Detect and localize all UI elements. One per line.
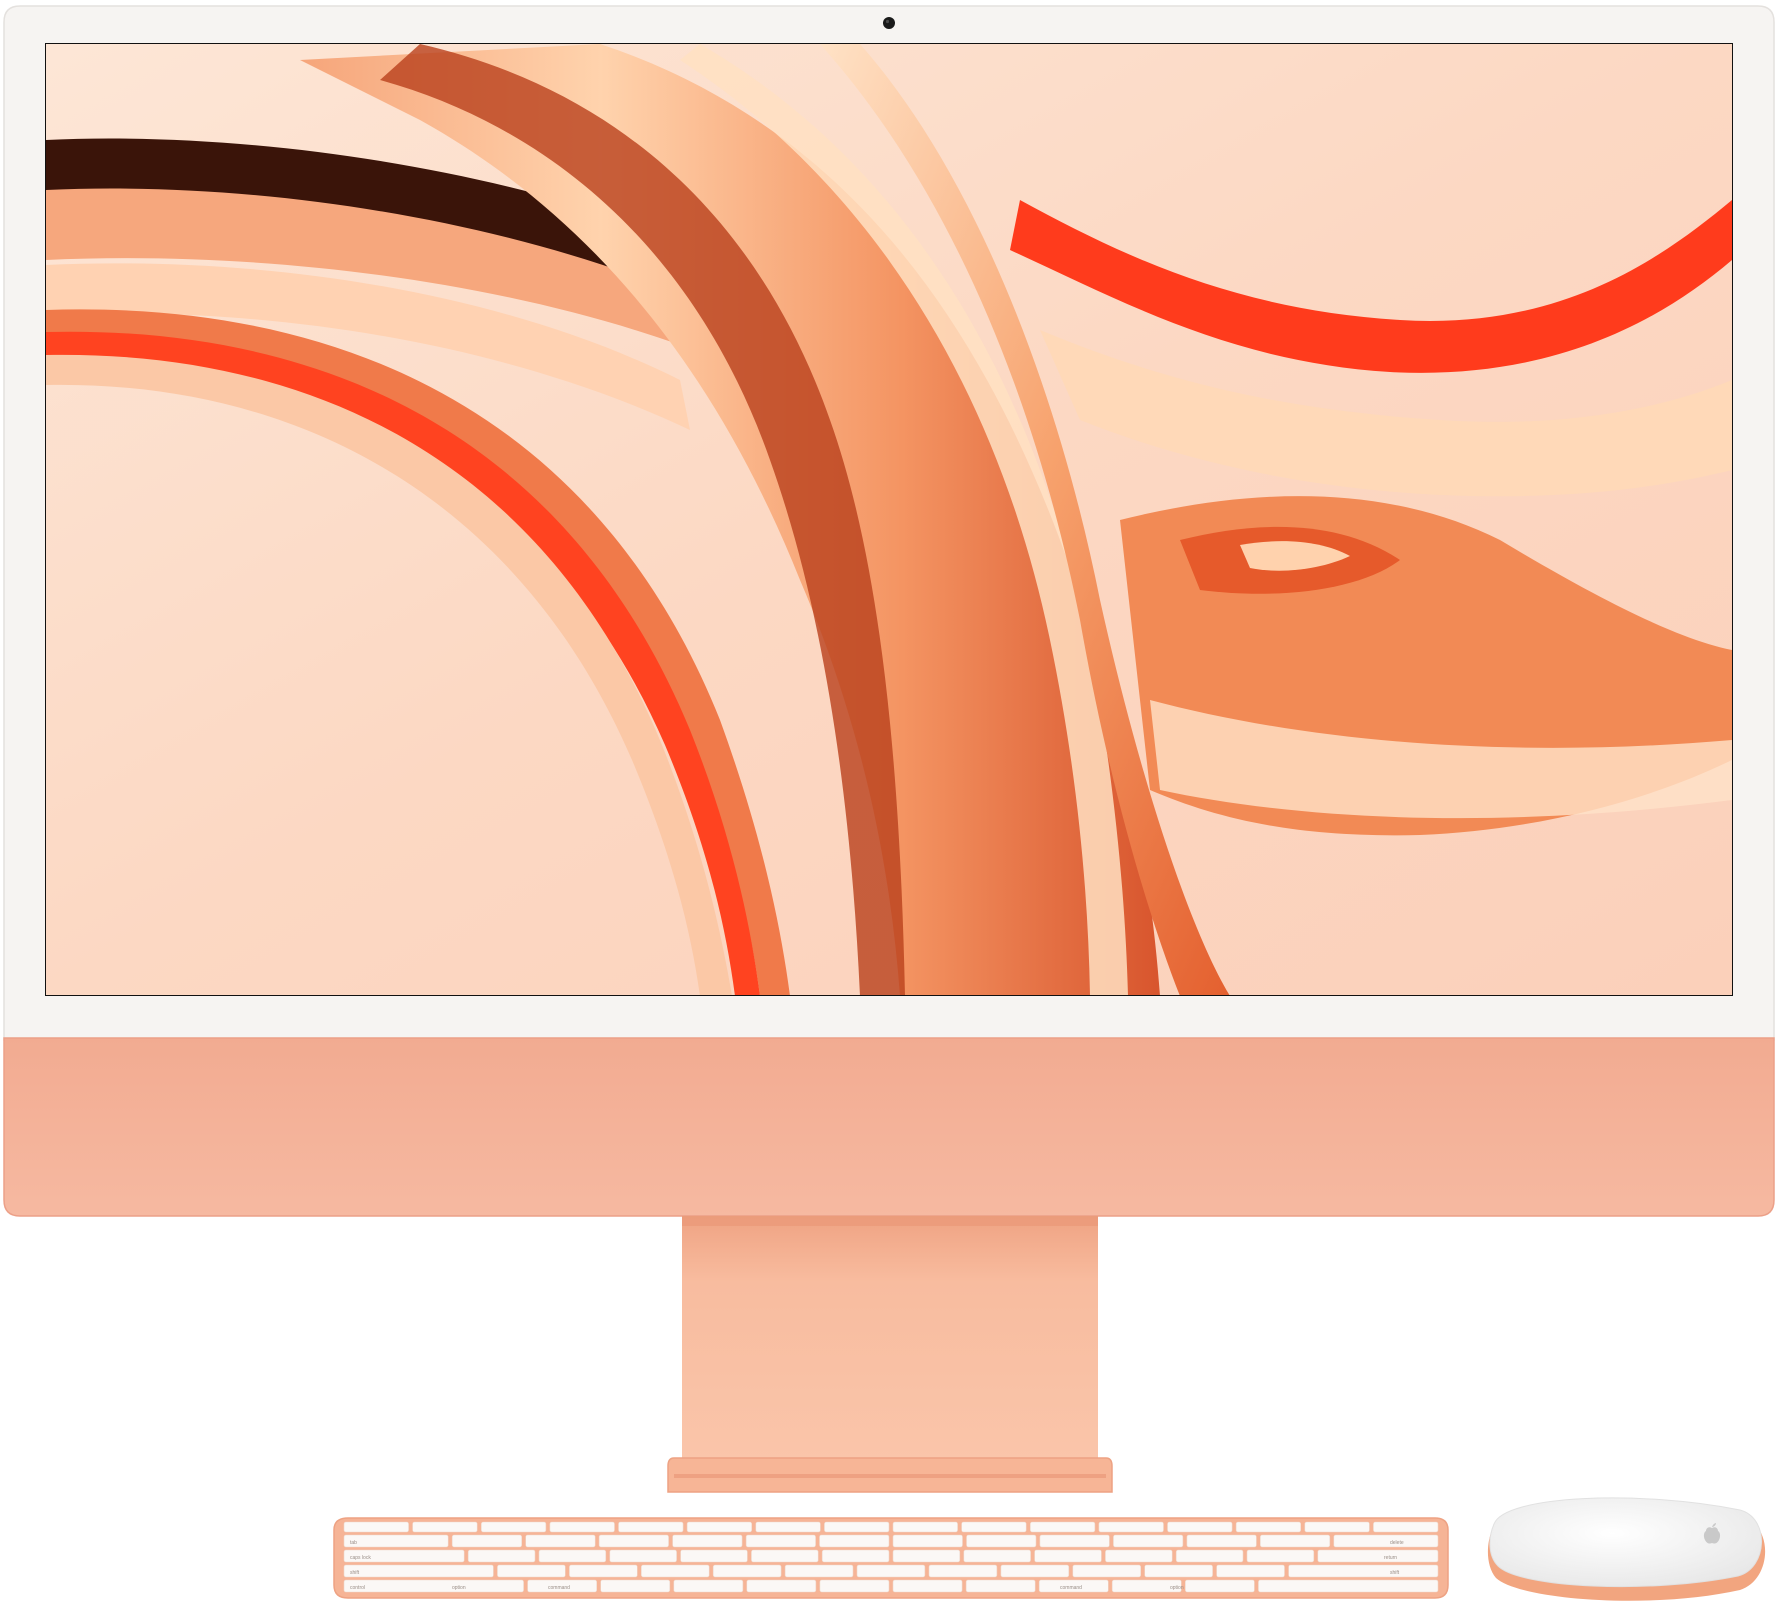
- keyboard-key: [618, 1521, 684, 1533]
- keyboard-key: [746, 1579, 817, 1593]
- keyboard-key: [1246, 1549, 1315, 1563]
- imac-product-photo: tab caps lock shift control option command com…: [0, 0, 1778, 1609]
- keyboard-key: [1258, 1579, 1439, 1593]
- keyboard-key: [892, 1534, 963, 1548]
- keyboard-key: [538, 1549, 607, 1563]
- key-legend: command: [1060, 1585, 1082, 1591]
- keyboard-key: [1186, 1534, 1257, 1548]
- key-legend: delete: [1390, 1540, 1404, 1546]
- key-legend: return: [1384, 1555, 1397, 1561]
- stand: [667, 1216, 1113, 1493]
- keyboard-key: [467, 1549, 536, 1563]
- keyboard-key: [963, 1549, 1031, 1563]
- key-legend: shift: [1390, 1570, 1400, 1576]
- keyboard-key: [712, 1564, 782, 1578]
- keyboard-key: [751, 1549, 819, 1563]
- keyboard-key: [1216, 1564, 1285, 1578]
- keyboard-key: [598, 1534, 669, 1548]
- keyboard-key: [824, 1521, 890, 1533]
- key-legend: option: [1170, 1585, 1184, 1591]
- keyboard-key: [1185, 1579, 1255, 1593]
- keyboard-key: [1144, 1564, 1213, 1578]
- keyboard-key: [856, 1564, 926, 1578]
- keyboard-key: [549, 1521, 615, 1533]
- keyboard-key: [1304, 1521, 1370, 1533]
- keyboard-key: [497, 1564, 566, 1578]
- key-legend: option: [452, 1585, 466, 1591]
- keyboard-key: [755, 1521, 821, 1533]
- keyboard: tab caps lock shift control option command com…: [333, 1517, 1449, 1599]
- keyboard-key: [1175, 1549, 1244, 1563]
- keyboard-key: [343, 1579, 524, 1593]
- key-legend: command: [548, 1585, 570, 1591]
- keyboard-key: [961, 1521, 1027, 1533]
- keyboard-key: [784, 1564, 854, 1578]
- keyboard-key: [569, 1564, 638, 1578]
- keyboard-key: [1288, 1564, 1439, 1578]
- keyboard-key: [1333, 1534, 1439, 1548]
- keyboard-key: [819, 1534, 890, 1548]
- keyboard-key: [1030, 1521, 1096, 1533]
- keyboard-key: [451, 1534, 523, 1548]
- keyboard-key: [343, 1564, 494, 1578]
- keyboard-key: [600, 1579, 671, 1593]
- key-legend: shift: [350, 1570, 360, 1576]
- keyboard-key: [1167, 1521, 1233, 1533]
- keyboard-key: [673, 1579, 744, 1593]
- chin: [3, 1037, 1775, 1217]
- magic-mouse: [1487, 1497, 1766, 1601]
- keyboard-key: [525, 1534, 596, 1548]
- camera-icon: [883, 17, 895, 29]
- keyboard-key: [672, 1534, 743, 1548]
- keyboard-key: [1098, 1521, 1164, 1533]
- keyboard-key: [1373, 1521, 1439, 1533]
- keyboard-key: [609, 1549, 677, 1563]
- keyboard-key: [686, 1521, 752, 1533]
- keyboard-key: [821, 1549, 890, 1563]
- keyboard-key: [1113, 1534, 1184, 1548]
- key-legend: caps lock: [350, 1555, 371, 1561]
- keyboard-key: [1072, 1564, 1142, 1578]
- keyboard-key: [965, 1579, 1036, 1593]
- keyboard-key: [1235, 1521, 1301, 1533]
- keyboard-key: [892, 1579, 963, 1593]
- keyboard-key: [1039, 1534, 1110, 1548]
- keyboard-key: [1105, 1549, 1173, 1563]
- keyboard-key: [892, 1521, 958, 1533]
- keyboard-key: [1000, 1564, 1070, 1578]
- keyboard-key: [680, 1549, 748, 1563]
- keyboard-key: [892, 1549, 961, 1563]
- keyboard-key: [1260, 1534, 1331, 1548]
- keyboard-key: [480, 1521, 547, 1533]
- wallpaper: [46, 44, 1732, 995]
- keyboard-key: [745, 1534, 816, 1548]
- keyboard-key: [966, 1534, 1037, 1548]
- keyboard-key: [343, 1534, 449, 1548]
- keyboard-key: [819, 1579, 890, 1593]
- keyboard-key: [1317, 1549, 1439, 1563]
- keyboard-key: [928, 1564, 998, 1578]
- key-legend: control: [350, 1585, 365, 1591]
- keyboard-key: [412, 1521, 478, 1533]
- screen: [45, 43, 1733, 996]
- keyboard-key: [343, 1521, 409, 1533]
- key-legend: tab: [350, 1540, 357, 1546]
- keyboard-key: [640, 1564, 710, 1578]
- imac-illustration: tab caps lock shift control option command com…: [3, 5, 1775, 1601]
- keyboard-key: [1034, 1549, 1102, 1563]
